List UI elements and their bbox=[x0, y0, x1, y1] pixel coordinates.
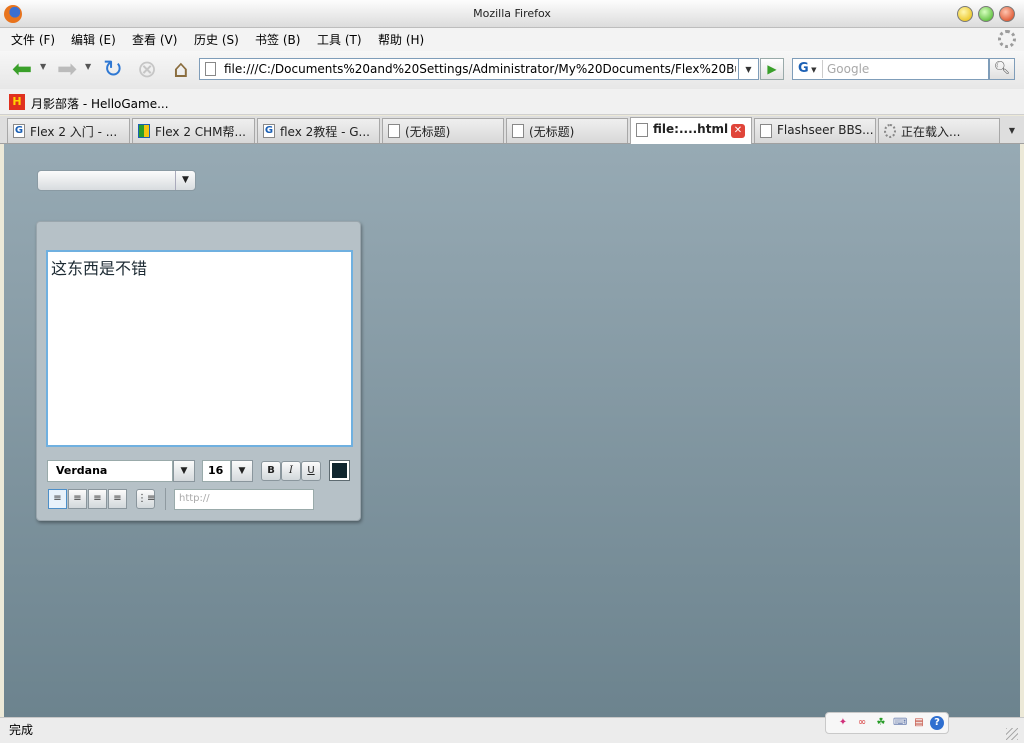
search-placeholder: Google bbox=[827, 62, 870, 76]
bullet-list-icon[interactable]: ⋮≡ bbox=[136, 489, 155, 509]
forward-icon[interactable]: ➡ bbox=[52, 55, 82, 83]
tab-flex2-intro[interactable]: G Flex 2 入门 - ... bbox=[7, 118, 130, 143]
search-icon[interactable]: 🔍︎ bbox=[989, 58, 1015, 80]
bookmark-item[interactable]: 月影部落 - HelloGame... bbox=[31, 95, 169, 112]
activity-throbber-icon bbox=[998, 30, 1016, 48]
bookmark-favicon-icon: H bbox=[9, 94, 25, 110]
font-family-select[interactable]: Verdana bbox=[47, 460, 173, 482]
toolbar-divider bbox=[165, 488, 166, 510]
page-icon bbox=[512, 124, 524, 138]
page-icon bbox=[205, 62, 216, 76]
close-window-button[interactable] bbox=[999, 6, 1015, 22]
align-justify-icon[interactable]: ≡ bbox=[108, 489, 127, 509]
google-icon: G bbox=[263, 124, 275, 138]
menu-bar: 文件 (F) 编辑 (E) 查看 (V) 历史 (S) 书签 (B) 工具 (T… bbox=[0, 28, 1024, 51]
chm-icon bbox=[138, 124, 150, 138]
menu-edit[interactable]: 编辑 (E) bbox=[71, 31, 116, 48]
addon-calendar-icon[interactable]: ▤ bbox=[912, 716, 926, 730]
google-icon: G bbox=[13, 124, 25, 138]
tab-flex2-tutorial[interactable]: Gflex 2教程 - G... bbox=[257, 118, 380, 143]
window-title: Mozilla Firefox bbox=[473, 7, 551, 20]
editor-text[interactable]: 这东西是不错 bbox=[51, 255, 147, 279]
link-url-input[interactable]: http:// bbox=[174, 489, 314, 510]
addon-arrow-icon[interactable]: ✦ bbox=[836, 716, 850, 730]
url-bar[interactable]: file:///C:/Documents%20and%20Settings/Ad… bbox=[199, 58, 739, 80]
reload-icon[interactable]: ↻ bbox=[98, 55, 128, 83]
menu-view[interactable]: 查看 (V) bbox=[132, 31, 177, 48]
menu-history[interactable]: 历史 (S) bbox=[194, 31, 239, 48]
back-icon[interactable]: ⬅ bbox=[7, 55, 37, 83]
resize-grip-icon[interactable] bbox=[1006, 728, 1018, 740]
menu-file[interactable]: 文件 (F) bbox=[11, 31, 55, 48]
back-history-dropdown-icon[interactable]: ▼ bbox=[40, 62, 46, 71]
stop-icon[interactable]: ⊗ bbox=[132, 55, 162, 83]
close-tab-icon[interactable]: ✕ bbox=[731, 124, 745, 138]
tab-untitled-2[interactable]: (无标题) bbox=[506, 118, 628, 143]
addon-keyboard-icon[interactable]: ⌨ bbox=[893, 716, 907, 730]
url-text[interactable]: file:///C:/Documents%20and%20Settings/Ad… bbox=[224, 62, 736, 76]
minimize-button[interactable] bbox=[957, 6, 973, 22]
align-center-icon[interactable]: ≡ bbox=[68, 489, 87, 509]
status-text: 完成 bbox=[9, 723, 34, 737]
text-color-picker[interactable] bbox=[329, 460, 350, 481]
maximize-button[interactable] bbox=[978, 6, 994, 22]
page-icon bbox=[760, 124, 772, 138]
underline-button[interactable]: U bbox=[301, 461, 321, 481]
help-icon[interactable]: ? bbox=[930, 716, 944, 730]
home-icon[interactable]: ⌂ bbox=[166, 55, 196, 83]
search-engine-icon[interactable]: G ▼ bbox=[795, 60, 823, 78]
addon-link-icon[interactable]: ∞ bbox=[855, 716, 869, 730]
rich-text-area[interactable]: 这东西是不错 bbox=[46, 250, 353, 447]
style-combobox[interactable]: ▼ bbox=[37, 170, 196, 191]
menu-help[interactable]: 帮助 (H) bbox=[378, 31, 424, 48]
menu-bookmarks[interactable]: 书签 (B) bbox=[255, 31, 300, 48]
addon-leaf-icon[interactable]: ☘ bbox=[874, 716, 888, 730]
title-bar: Mozilla Firefox bbox=[0, 0, 1024, 28]
font-size-select[interactable]: 16 bbox=[202, 460, 231, 482]
chevron-down-icon[interactable]: ▼ bbox=[175, 171, 195, 190]
color-swatch bbox=[332, 463, 347, 478]
tab-loading[interactable]: 正在载入... bbox=[878, 118, 1000, 143]
url-history-dropdown-icon[interactable]: ▼ bbox=[739, 58, 759, 80]
menu-tools[interactable]: 工具 (T) bbox=[317, 31, 362, 48]
forward-history-dropdown-icon[interactable]: ▼ bbox=[85, 62, 91, 71]
tab-flashseer-bbs[interactable]: Flashseer BBS... bbox=[754, 118, 876, 143]
font-family-dropdown-icon[interactable]: ▼ bbox=[173, 460, 195, 482]
tab-untitled-1[interactable]: (无标题) bbox=[382, 118, 504, 143]
go-button[interactable]: ▶ bbox=[760, 58, 784, 80]
italic-button[interactable]: I bbox=[281, 461, 301, 481]
align-right-icon[interactable]: ≡ bbox=[88, 489, 107, 509]
bold-button[interactable]: B bbox=[261, 461, 281, 481]
page-icon bbox=[388, 124, 400, 138]
status-addon-tray: ✦ ∞ ☘ ⌨ ▤ ? bbox=[825, 712, 949, 734]
all-tabs-dropdown-icon[interactable]: ▼ bbox=[1002, 118, 1022, 143]
page-icon bbox=[636, 123, 648, 137]
search-input[interactable]: G ▼ Google bbox=[792, 58, 989, 80]
align-left-icon[interactable]: ≡ bbox=[48, 489, 67, 509]
tab-flex2-chm[interactable]: Flex 2 CHM帮... bbox=[132, 118, 255, 143]
loading-icon bbox=[884, 124, 896, 138]
font-size-dropdown-icon[interactable]: ▼ bbox=[231, 460, 253, 482]
tab-file-html[interactable]: file:....html ✕ bbox=[630, 117, 752, 144]
